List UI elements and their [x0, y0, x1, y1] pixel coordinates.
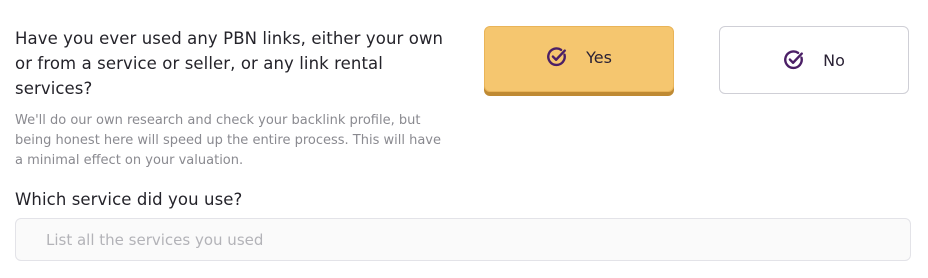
yes-option-label: Yes [586, 47, 612, 67]
services-input[interactable] [15, 218, 911, 261]
service-question-label: Which service did you use? [15, 190, 243, 209]
pbn-helper-text: We'll do our own research and check your… [15, 113, 441, 168]
yes-option-button[interactable]: Yes [484, 26, 674, 92]
check-circle-icon [546, 46, 568, 68]
pbn-question-text: Have you ever used any PBN links, either… [15, 29, 444, 98]
no-option-button[interactable]: No [719, 26, 909, 94]
check-circle-icon [783, 49, 805, 71]
no-option-label: No [823, 50, 845, 70]
